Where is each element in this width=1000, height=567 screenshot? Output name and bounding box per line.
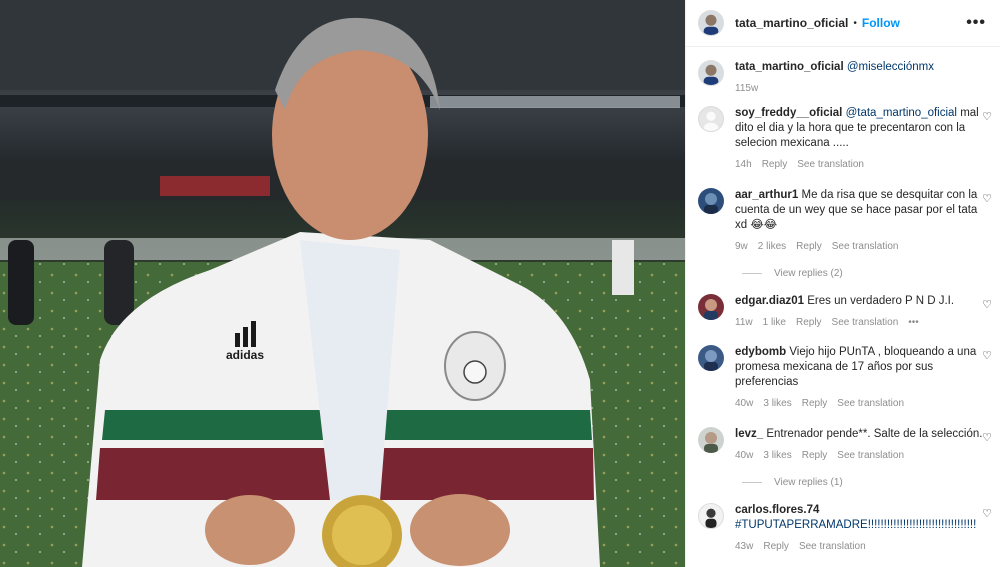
comment-username[interactable]: edgar.diaz01	[735, 295, 804, 307]
like-heart-icon[interactable]: ♡	[982, 298, 992, 311]
comment-username[interactable]: levz_	[735, 428, 763, 440]
reply-button[interactable]: Reply	[763, 539, 789, 554]
see-translation-link[interactable]: See translation	[832, 315, 899, 330]
post-photo[interactable]: adidas	[0, 0, 685, 567]
comment-text: Eres un verdadero P N D J.I.	[807, 295, 955, 307]
comment-time[interactable]: 40w	[735, 448, 753, 463]
see-translation-link[interactable]: See translation	[797, 157, 864, 172]
comment-username[interactable]: edybomb	[735, 346, 786, 358]
see-translation-link[interactable]: See translation	[837, 396, 904, 411]
jacket-brand-text: adidas	[226, 348, 265, 362]
comment-item: levz_ Entrenador pende**. Salte de la se…	[686, 427, 1000, 463]
default-avatar-icon[interactable]	[698, 106, 724, 132]
comment-time[interactable]: 11w	[735, 315, 753, 330]
post-caption: tata_martino_oficial @miselecciónmx 115w	[686, 47, 1000, 96]
post-header: tata_martino_oficial • Follow •••	[686, 0, 1000, 47]
see-translation-link[interactable]: See translation	[837, 448, 904, 463]
view-replies-label: View replies (2)	[774, 268, 843, 279]
comment-username[interactable]: carlos.flores.74	[735, 504, 819, 516]
reply-button[interactable]: Reply	[762, 157, 788, 172]
replies-divider	[742, 482, 762, 483]
commenter-avatar[interactable]	[698, 503, 724, 529]
comment-time[interactable]: 43w	[735, 539, 753, 554]
more-options-icon[interactable]: •••	[966, 14, 986, 32]
like-heart-icon[interactable]: ♡	[982, 431, 992, 444]
comment-list: soy_freddy__oficial @tata_martino_oficia…	[686, 106, 1000, 554]
comment-likes[interactable]: 3 likes	[763, 448, 791, 463]
view-replies-button[interactable]: View replies (2)	[742, 268, 1000, 279]
caption-time[interactable]: 115w	[735, 81, 758, 96]
comment-item: carlos.flores.74 #TUPUTAPERRAMADRE!!!!!!…	[686, 503, 1000, 554]
comment-text: Entrenador pende**. Salte de la selecció…	[766, 428, 983, 440]
follow-button[interactable]: Follow	[862, 16, 900, 30]
commenter-avatar[interactable]	[698, 188, 724, 214]
comment-likes[interactable]: 3 likes	[763, 396, 791, 411]
separator-dot: •	[853, 17, 857, 29]
commenter-avatar[interactable]	[698, 345, 724, 371]
like-heart-icon[interactable]: ♡	[982, 349, 992, 362]
view-replies-button[interactable]: View replies (1)	[742, 477, 1000, 488]
author-username[interactable]: tata_martino_oficial	[735, 16, 848, 30]
comment-item: edybomb Viejo hijo PUnTA , bloqueando a …	[686, 345, 1000, 411]
replies-divider	[742, 273, 762, 274]
comment-more-options-icon[interactable]: •••	[908, 315, 919, 330]
see-translation-link[interactable]: See translation	[799, 539, 866, 554]
comment-username[interactable]: aar_arthur1	[735, 189, 798, 201]
comment-item: aar_arthur1 Me da risa que se desquitar …	[686, 188, 1000, 254]
see-translation-link[interactable]: See translation	[832, 239, 899, 254]
comment-likes[interactable]: 2 likes	[758, 239, 786, 254]
comment-mention[interactable]: @tata_martino_oficial	[846, 107, 957, 119]
reply-button[interactable]: Reply	[802, 396, 828, 411]
comment-item: edgar.diaz01 Eres un verdadero P N D J.I…	[686, 294, 1000, 330]
commenter-avatar[interactable]	[698, 294, 724, 320]
commenter-avatar[interactable]	[698, 427, 724, 453]
like-heart-icon[interactable]: ♡	[982, 110, 992, 123]
instagram-post-view: adidas tata_martino_oficial • Follow •••…	[0, 0, 1000, 567]
comment-time[interactable]: 9w	[735, 239, 748, 254]
comment-time[interactable]: 40w	[735, 396, 753, 411]
like-heart-icon[interactable]: ♡	[982, 192, 992, 205]
comment-item: soy_freddy__oficial @tata_martino_oficia…	[686, 106, 1000, 172]
author-avatar[interactable]	[698, 10, 724, 36]
reply-button[interactable]: Reply	[802, 448, 828, 463]
reply-button[interactable]: Reply	[796, 239, 822, 254]
caption-username[interactable]: tata_martino_oficial	[735, 61, 844, 73]
comment-likes[interactable]: 1 like	[763, 315, 786, 330]
reply-button[interactable]: Reply	[796, 315, 822, 330]
comment-time[interactable]: 14h	[735, 157, 752, 172]
comment-username[interactable]: soy_freddy__oficial	[735, 107, 842, 119]
photo-illustration	[0, 0, 685, 567]
caption-avatar[interactable]	[698, 60, 724, 86]
comment-text[interactable]: #TUPUTAPERRAMADRE!!!!!!!!!!!!!!!!!!!!!!!…	[735, 518, 988, 533]
caption-text[interactable]: @miselecciónmx	[847, 61, 934, 73]
like-heart-icon[interactable]: ♡	[982, 507, 992, 520]
view-replies-label: View replies (1)	[774, 477, 843, 488]
comments-panel: tata_martino_oficial • Follow ••• tata_m…	[685, 0, 1000, 567]
